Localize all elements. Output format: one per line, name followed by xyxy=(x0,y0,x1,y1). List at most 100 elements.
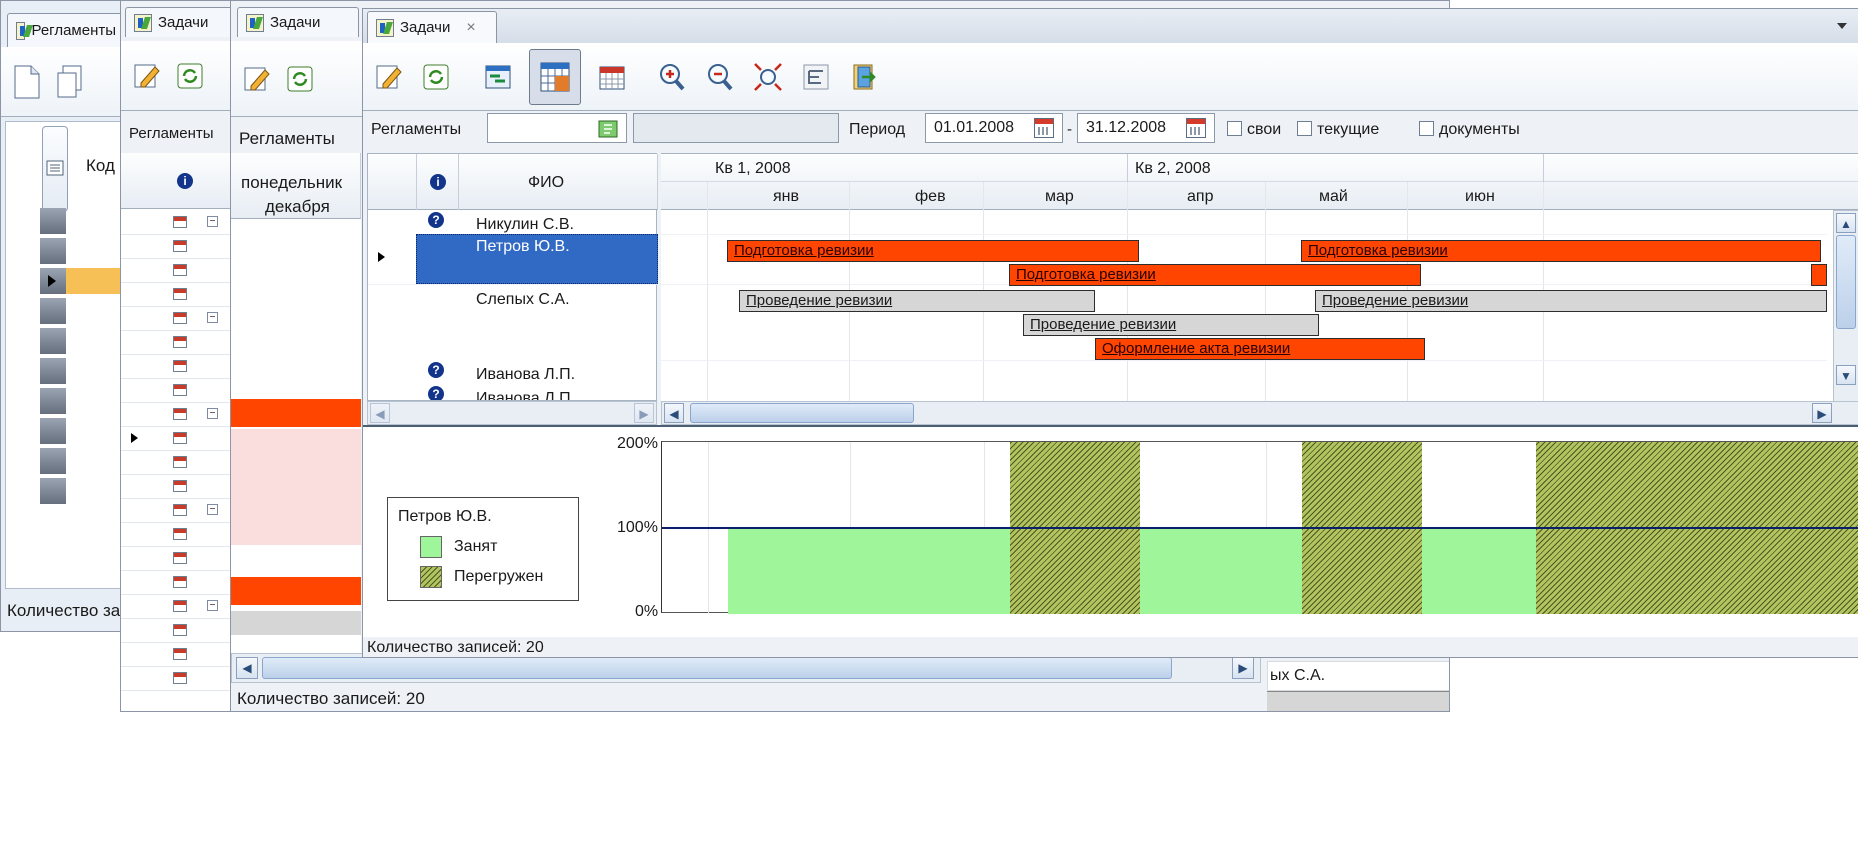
calendar-icon[interactable] xyxy=(1034,118,1054,138)
edit-icon[interactable] xyxy=(239,62,273,96)
grid-area: Код xyxy=(5,121,128,589)
scroll-right-button[interactable]: ▶ xyxy=(634,403,654,423)
tab-strip: Задачи × xyxy=(363,9,1858,43)
gantt-fragment-red xyxy=(231,399,361,427)
task-bar[interactable]: Подготовка ревизии xyxy=(727,240,1139,262)
person-name: Слепых С.А. xyxy=(476,291,570,308)
checkbox-box[interactable] xyxy=(1227,121,1242,136)
scroll-left-button[interactable]: ◀ xyxy=(236,657,258,679)
info-icon: i xyxy=(177,173,193,189)
gantt-vscrollbar[interactable]: ▲ ▼ xyxy=(1833,210,1858,402)
checkbox-own[interactable]: свои xyxy=(1227,121,1281,139)
person-row[interactable]: Слепых С.А. xyxy=(368,284,658,358)
weekday-label: понедельник xyxy=(241,173,343,192)
exit-door-icon[interactable] xyxy=(847,60,881,94)
refresh-icon[interactable] xyxy=(283,62,317,96)
scroll-up-button[interactable]: ▲ xyxy=(1836,213,1856,233)
selected-row[interactable] xyxy=(40,268,128,294)
scroll-right-button[interactable]: ▶ xyxy=(1812,403,1832,423)
row-marker xyxy=(121,427,237,451)
gantt-view-icon[interactable] xyxy=(481,60,515,94)
row-marker xyxy=(121,643,237,667)
row-pointer-icon xyxy=(48,275,56,287)
row-marker xyxy=(121,451,237,475)
scroll-left-button[interactable]: ◀ xyxy=(664,403,684,423)
scroll-thumb[interactable] xyxy=(262,657,1172,679)
copy-document-icon[interactable] xyxy=(53,65,87,99)
checkbox-box[interactable] xyxy=(1297,121,1312,136)
tab-tasks[interactable]: Задачи xyxy=(237,7,359,37)
y-tick-label: 200% xyxy=(617,435,658,452)
tab-tasks[interactable]: Задачи xyxy=(125,7,233,37)
scroll-thumb[interactable] xyxy=(690,403,914,423)
tab-reglaments[interactable]: Регламенты xyxy=(7,13,125,47)
scroll-down-button[interactable]: ▼ xyxy=(1836,365,1856,385)
checkbox-box[interactable] xyxy=(1419,121,1434,136)
people-hscrollbar[interactable]: ◀ ▶ xyxy=(367,401,657,425)
row-marker: − xyxy=(121,307,237,331)
task-bar[interactable]: Подготовка ревизии xyxy=(1301,240,1821,262)
people-grid: i ФИО ? Никулин С.В. Петров Ю.В. Слепых … xyxy=(367,153,658,401)
task-bar[interactable]: Проведение ревизии xyxy=(1023,314,1319,336)
calendar-body xyxy=(231,219,361,371)
person-row[interactable]: ? Никулин С.В. xyxy=(368,210,658,234)
scroll-right-button[interactable]: ▶ xyxy=(1232,657,1254,679)
close-icon[interactable]: × xyxy=(466,19,475,37)
refresh-icon[interactable] xyxy=(419,60,453,94)
zoom-in-icon[interactable] xyxy=(655,60,689,94)
edit-icon[interactable] xyxy=(129,59,163,93)
column-fio[interactable]: ФИО xyxy=(528,174,564,192)
grid-view-icon[interactable] xyxy=(529,48,581,105)
tab-label: Задачи xyxy=(158,14,209,31)
person-row-partial[interactable]: ? Иванова Л.П. xyxy=(368,384,658,400)
person-name: Иванова Л.П. xyxy=(476,366,576,383)
zoom-fit-icon[interactable] xyxy=(751,60,785,94)
refresh-icon[interactable] xyxy=(173,59,207,93)
date-from-field[interactable]: 01.01.2008 xyxy=(925,113,1063,143)
info-icon: i xyxy=(430,174,446,190)
new-document-icon[interactable] xyxy=(9,65,43,99)
edit-icon[interactable] xyxy=(371,60,405,94)
row-marker xyxy=(40,388,66,414)
checkbox-current[interactable]: текущие xyxy=(1297,121,1379,139)
filter-label: Регламенты xyxy=(371,121,462,138)
person-name: Петров Ю.В. xyxy=(476,238,570,255)
row-pointer-icon xyxy=(378,252,385,262)
task-bar[interactable]: Оформление акта ревизии xyxy=(1095,338,1425,360)
grid-header: i xyxy=(121,153,237,209)
scroll-left-button[interactable]: ◀ xyxy=(370,403,390,423)
column-chooser-icon[interactable] xyxy=(42,126,68,212)
scroll-thumb[interactable] xyxy=(1836,235,1856,329)
task-bar[interactable]: Проведение ревизии xyxy=(1315,290,1827,312)
header-code: Код xyxy=(86,156,115,175)
row-marker xyxy=(121,547,237,571)
reglaments-window: Регламенты Код Количество за xyxy=(0,0,130,632)
row-marker xyxy=(121,571,237,595)
chevron-down-icon[interactable] xyxy=(1837,23,1847,29)
hierarchy-icon[interactable] xyxy=(799,60,833,94)
tab-tasks-active[interactable]: Задачи × xyxy=(367,11,497,43)
filter-value-display xyxy=(633,113,839,143)
zoom-out-icon[interactable] xyxy=(703,60,737,94)
legend-swatch-busy xyxy=(420,536,442,558)
task-bar[interactable]: Подготовка ревизии xyxy=(1009,264,1421,286)
period-label: Период xyxy=(849,121,906,138)
checkbox-documents[interactable]: документы xyxy=(1419,121,1520,139)
calendar-view-icon[interactable] xyxy=(595,60,629,94)
date-to-field[interactable]: 31.12.2008 xyxy=(1077,113,1215,143)
book-lookup-icon[interactable] xyxy=(595,117,621,141)
table-rows xyxy=(40,208,128,508)
toolbar xyxy=(121,41,237,111)
calendar-icon[interactable] xyxy=(1186,118,1206,138)
task-bar[interactable]: Проведение ревизии xyxy=(739,290,1095,312)
person-row-selected[interactable]: Петров Ю.В. xyxy=(368,234,658,284)
person-row[interactable]: ? Иванова Л.П. xyxy=(368,360,658,384)
task-bar-edge[interactable] xyxy=(1811,264,1827,286)
y-tick-label: 0% xyxy=(635,603,659,620)
gantt-hscrollbar[interactable]: ◀ ▶ xyxy=(661,401,1858,425)
row-marker xyxy=(40,358,66,384)
load-chart: 200% 100% 0% Петров Ю.В. Занят Перегруже… xyxy=(363,425,1858,637)
row-marker xyxy=(40,448,66,474)
row-marker xyxy=(121,619,237,643)
gantt-fragment-pink xyxy=(231,429,361,545)
